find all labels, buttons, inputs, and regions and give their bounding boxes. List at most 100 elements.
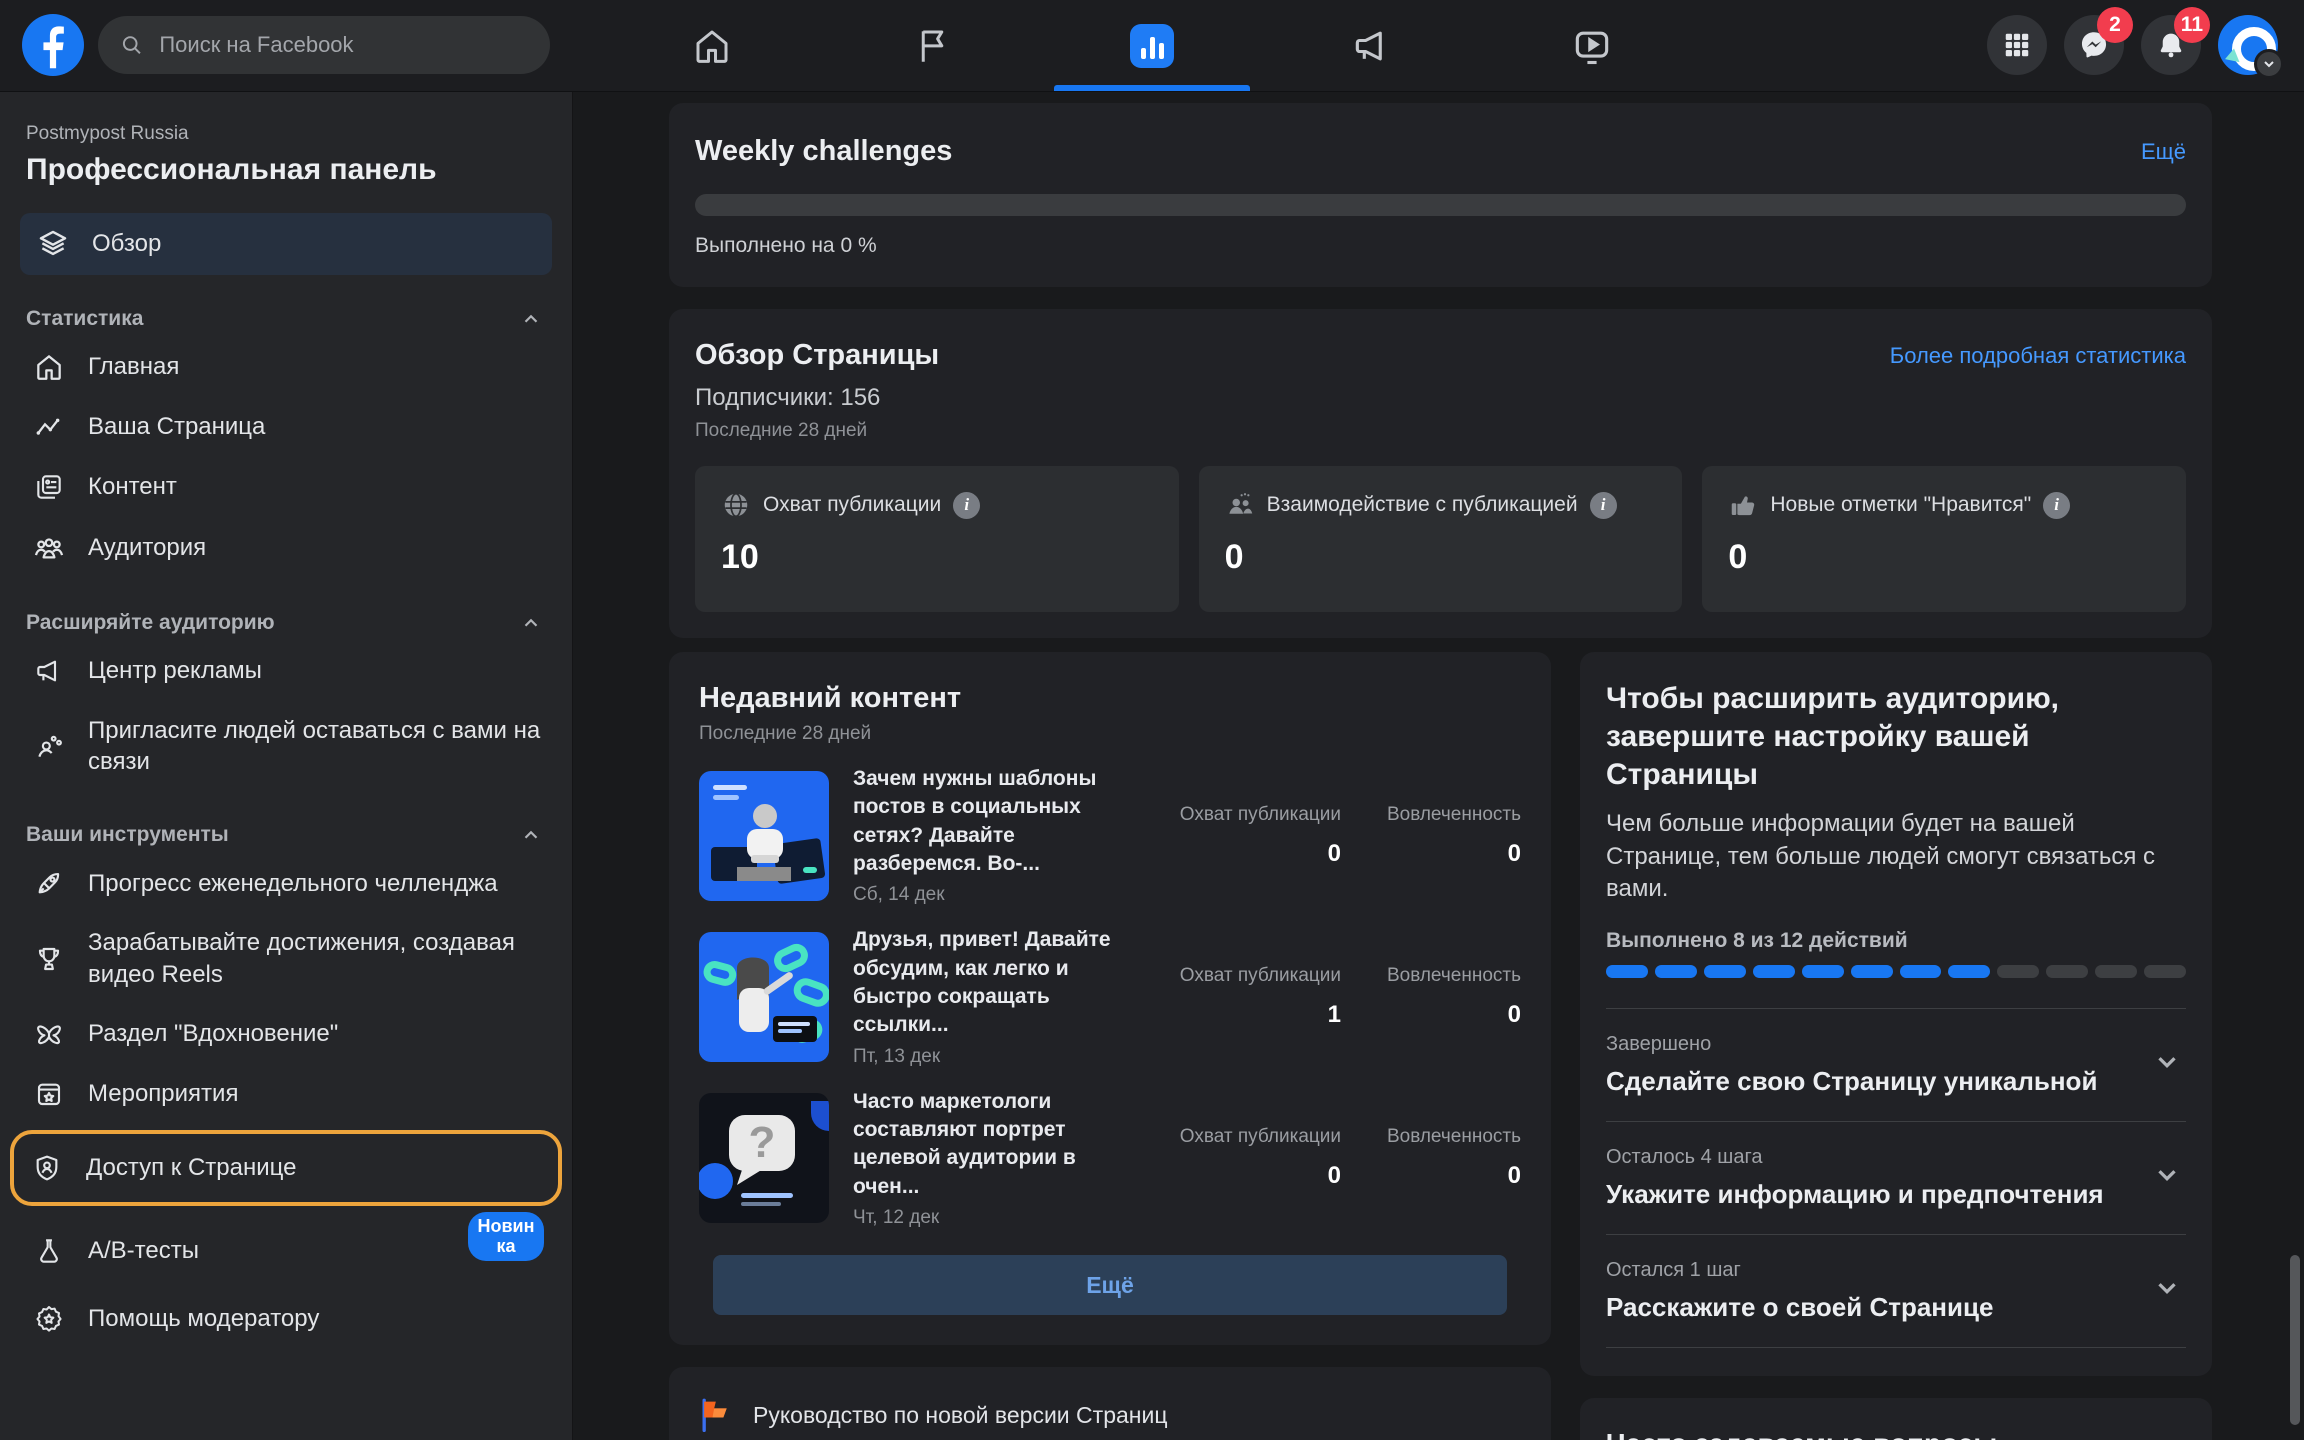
info-icon[interactable]: i — [953, 492, 980, 519]
tab-ads[interactable] — [1262, 0, 1482, 91]
metric-new-likes[interactable]: Новые отметки "Нравится" i 0 — [1702, 466, 2186, 612]
apps-menu-button[interactable] — [1987, 15, 2047, 75]
rocket-icon — [30, 867, 68, 899]
setup-progress-label: Выполнено 8 из 12 действий — [1606, 929, 2186, 953]
metric-post-interaction[interactable]: Взаимодействие с публикацией i 0 — [1199, 466, 1683, 612]
sidebar-item-inspiration[interactable]: Раздел "Вдохновение" — [26, 1004, 552, 1064]
sidebar-item-overview[interactable]: Обзор — [20, 213, 552, 275]
facebook-logo[interactable] — [22, 14, 84, 76]
topbar-actions: 2 11 — [1987, 15, 2278, 75]
post-row[interactable]: Друзья, привет! Давайте обсудим, как лег… — [699, 926, 1521, 1067]
sidebar-item-moderation-assist[interactable]: Помощь модератору — [26, 1289, 552, 1349]
metric-value: 0 — [1225, 538, 1657, 577]
sidebar-item-audience[interactable]: Аудитория — [26, 517, 552, 579]
engagement-value: 0 — [1381, 1162, 1521, 1190]
flask-icon — [30, 1235, 68, 1267]
reach-value: 0 — [1141, 1162, 1341, 1190]
metric-value: 10 — [721, 538, 1153, 577]
tab-pages[interactable] — [822, 0, 1042, 91]
apps-grid-icon — [2002, 30, 2032, 60]
sidebar-item-ab-tests[interactable]: A/B-тесты Новинка — [26, 1212, 552, 1290]
sidebar-item-page-access[interactable]: Доступ к Странице — [10, 1130, 562, 1206]
post-thumbnail[interactable]: ? — [699, 1093, 829, 1223]
weekly-more-link[interactable]: Ещё — [2141, 139, 2186, 165]
reach-value: 0 — [1141, 840, 1341, 868]
sidebar-section-statistics[interactable]: Статистика — [26, 301, 552, 337]
overview-period: Последние 28 дней — [695, 420, 2186, 442]
recent-period: Последние 28 дней — [699, 723, 1521, 745]
post-date: Чт, 12 дек — [853, 1207, 1117, 1229]
engagement-label: Вовлеченность — [1381, 804, 1521, 826]
engagement-label: Вовлеченность — [1381, 965, 1521, 987]
tab-home[interactable] — [602, 0, 822, 91]
sidebar-section-grow-audience[interactable]: Расширяйте аудиторию — [26, 605, 552, 641]
notifications-badge: 11 — [2174, 7, 2210, 43]
sidebar-item-content[interactable]: Контент — [26, 457, 552, 517]
progress-segment — [1948, 965, 1990, 978]
insights-icon — [1130, 24, 1174, 68]
progress-segment — [1606, 965, 1648, 978]
tab-insights-active[interactable] — [1042, 0, 1262, 91]
notifications-button[interactable]: 11 — [2141, 15, 2201, 75]
tab-video[interactable] — [1482, 0, 1702, 91]
metrics-row: Охват публикации i 10 Взаимодействие с п… — [695, 466, 2186, 612]
engagement-value: 0 — [1381, 1001, 1521, 1029]
accordion-row-unique-page[interactable]: Завершено Сделайте свою Страницу уникаль… — [1606, 1008, 2186, 1121]
recent-more-button[interactable]: Ещё — [713, 1255, 1507, 1315]
post-date: Пт, 13 дек — [853, 1046, 1117, 1068]
detailed-stats-link[interactable]: Более подробная статистика — [1890, 343, 2186, 369]
post-row[interactable]: ? Часто маркетологи составляют портрет ц… — [699, 1088, 1521, 1229]
profile-avatar[interactable] — [2218, 15, 2278, 75]
sidebar-item-your-page[interactable]: Ваша Страница — [26, 397, 552, 457]
info-icon[interactable]: i — [1590, 492, 1617, 519]
post-thumbnail[interactable] — [699, 771, 829, 901]
weekly-challenges-title: Weekly challenges — [695, 135, 952, 168]
post-row[interactable]: Зачем нужны шаблоны постов в социальных … — [699, 765, 1521, 906]
metric-label: Новые отметки "Нравится" — [1770, 493, 2031, 517]
account-chevron-badge — [2254, 49, 2284, 79]
faq-title: Часто задаваемые вопросы — [1606, 1428, 2186, 1440]
sidebar-item-main[interactable]: Главная — [26, 337, 552, 397]
search-bar[interactable] — [98, 16, 550, 74]
chevron-down-icon — [2152, 1047, 2182, 1077]
metric-post-reach[interactable]: Охват публикации i 10 — [695, 466, 1179, 612]
video-icon — [1570, 24, 1614, 68]
sidebar-item-label: Доступ к Странице — [86, 1154, 296, 1182]
post-metrics: Охват публикации 0 Вовлеченность 0 — [1141, 1126, 1521, 1190]
sidebar-section-your-tools[interactable]: Ваши инструменты — [26, 817, 552, 853]
post-metrics: Охват публикации 0 Вовлеченность 0 — [1141, 804, 1521, 868]
post-date: Сб, 14 дек — [853, 884, 1117, 906]
sidebar-item-label: A/B-тесты — [88, 1237, 199, 1265]
main-tabs — [602, 0, 1702, 91]
post-title: Часто маркетологи составляют портрет цел… — [853, 1088, 1117, 1201]
recent-content-card: Недавний контент Последние 28 дней Зачем… — [669, 652, 1551, 1345]
sidebar-item-achievements-reels[interactable]: Зарабатывайте достижения, создавая видео… — [26, 913, 552, 1003]
post-thumbnail[interactable] — [699, 932, 829, 1062]
sidebar-item-invite-people[interactable]: Пригласите людей оставаться с вами на св… — [26, 701, 552, 791]
sidebar-scrollbar[interactable] — [2290, 1255, 2300, 1425]
sidebar-item-events[interactable]: Мероприятия — [26, 1064, 552, 1124]
topbar: 2 11 — [0, 0, 2304, 92]
search-input[interactable] — [157, 31, 528, 59]
messenger-badge: 2 — [2097, 7, 2133, 43]
people-interaction-icon — [1225, 490, 1255, 520]
faq-card: Часто задаваемые вопросы Ответы на распр… — [1580, 1398, 2212, 1440]
step-status: Завершено — [1606, 1033, 2136, 1056]
info-icon[interactable]: i — [2043, 492, 2070, 519]
step-status: Осталось 4 шага — [1606, 1146, 2136, 1169]
main-content: Weekly challenges Ещё Выполнено на 0 % О… — [573, 91, 2304, 1440]
accordion-row-about-page[interactable]: Остался 1 шаг Расскажите о своей Страниц… — [1606, 1234, 2186, 1348]
messenger-button[interactable]: 2 — [2064, 15, 2124, 75]
audience-icon — [30, 531, 68, 565]
progress-segment — [2144, 965, 2186, 978]
step-status: Остался 1 шаг — [1606, 1259, 2136, 1282]
page-setup-title: Чтобы расширить аудиторию, завершите нас… — [1606, 680, 2186, 794]
sidebar-page-name: Postmypost Russia — [26, 123, 552, 145]
sidebar-item-ads-center[interactable]: Центр рекламы — [26, 641, 552, 701]
sidebar-item-weekly-challenge-progress[interactable]: Прогресс еженедельного челленджа — [26, 853, 552, 913]
content-icon — [30, 471, 68, 503]
accordion-row-info-preferences[interactable]: Осталось 4 шага Укажите информацию и пре… — [1606, 1121, 2186, 1234]
chevron-down-icon — [2152, 1273, 2182, 1303]
thumb-up-icon — [1728, 490, 1758, 520]
pages-guide-card: Руководство по новой версии Страниц Легк… — [669, 1367, 1551, 1440]
